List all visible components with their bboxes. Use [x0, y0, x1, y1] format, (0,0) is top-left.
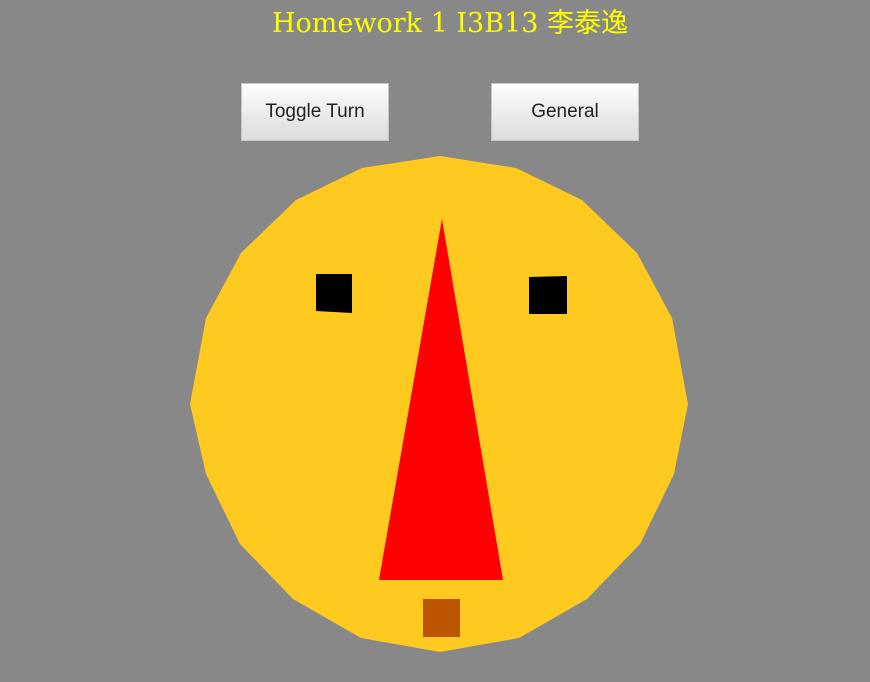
mouth-square	[423, 599, 460, 637]
canvas-page: Homework 1 I3B13 李泰逸 Toggle Turn General	[0, 0, 870, 682]
drawing-canvas	[190, 156, 688, 652]
right-eye	[529, 276, 567, 314]
left-eye	[316, 274, 352, 313]
